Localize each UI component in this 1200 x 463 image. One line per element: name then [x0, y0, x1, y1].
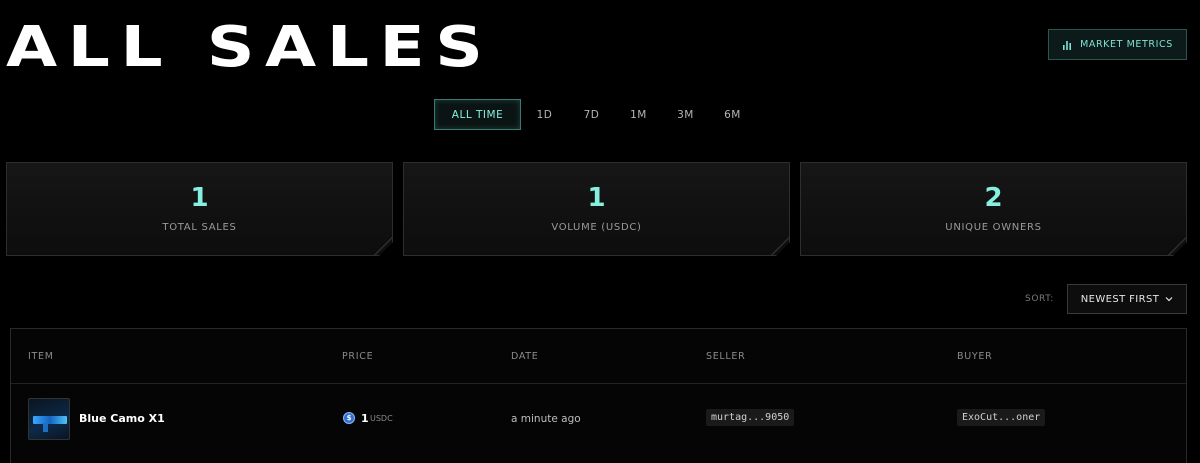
chevron-down-icon: [1165, 297, 1173, 302]
sort-selected-value: NEWEST FIRST: [1080, 293, 1160, 305]
tab-6m[interactable]: 6M: [709, 99, 756, 130]
column-header-price: PRICE: [342, 351, 374, 362]
sort-label: SORT:: [1025, 294, 1054, 304]
stat-label: UNIQUE OWNERS: [945, 222, 1042, 233]
sort-dropdown[interactable]: NEWEST FIRST: [1067, 284, 1187, 314]
sales-table: ITEM PRICE DATE SELLER BUYER Blue Camo X…: [10, 328, 1187, 463]
table-row[interactable]: Blue Camo X1 $ 1 USDC a minute ago murta…: [11, 385, 1186, 455]
weapon-image: [33, 416, 67, 424]
stat-value: 1: [587, 183, 606, 213]
weapon-grip: [43, 423, 48, 432]
usdc-coin-icon: $: [343, 412, 355, 424]
stat-value: 2: [984, 183, 1003, 213]
buyer-address[interactable]: ExoCut...oner: [957, 409, 1046, 426]
item-name[interactable]: Blue Camo X1: [79, 412, 165, 425]
stat-label: TOTAL SALES: [162, 222, 237, 233]
stat-card-total-sales: 1 TOTAL SALES: [6, 162, 393, 256]
tab-all-time[interactable]: ALL TIME: [434, 99, 521, 130]
item-thumbnail[interactable]: [28, 398, 70, 440]
card-corner-decoration: [1167, 236, 1187, 256]
sale-date: a minute ago: [511, 413, 581, 425]
card-corner-decoration: [373, 236, 393, 256]
stat-value: 1: [190, 183, 209, 213]
column-header-item: ITEM: [28, 351, 54, 362]
column-header-seller: SELLER: [706, 351, 746, 362]
seller-address[interactable]: murtag...9050: [706, 409, 795, 426]
card-corner-decoration: [770, 236, 790, 256]
price-currency: USDC: [370, 414, 393, 423]
column-header-buyer: BUYER: [957, 351, 993, 362]
market-metrics-label: MARKET METRICS: [1080, 39, 1173, 50]
tab-7d[interactable]: 7D: [568, 99, 615, 130]
column-header-date: DATE: [511, 351, 539, 362]
page-title: ALL SALES: [6, 15, 494, 80]
price-value: 1: [361, 412, 369, 425]
table-header: ITEM PRICE DATE SELLER BUYER: [11, 329, 1186, 384]
stat-card-unique-owners: 2 UNIQUE OWNERS: [800, 162, 1187, 256]
tab-1m[interactable]: 1M: [615, 99, 662, 130]
market-metrics-button[interactable]: MARKET METRICS: [1048, 29, 1187, 60]
time-filter-tabs: ALL TIME 1D 7D 1M 3M 6M: [434, 99, 756, 130]
bar-chart-icon: [1063, 40, 1072, 50]
stat-card-volume: 1 VOLUME (USDC): [403, 162, 790, 256]
tab-1d[interactable]: 1D: [521, 99, 568, 130]
tab-3m[interactable]: 3M: [662, 99, 709, 130]
stat-label: VOLUME (USDC): [551, 222, 642, 233]
